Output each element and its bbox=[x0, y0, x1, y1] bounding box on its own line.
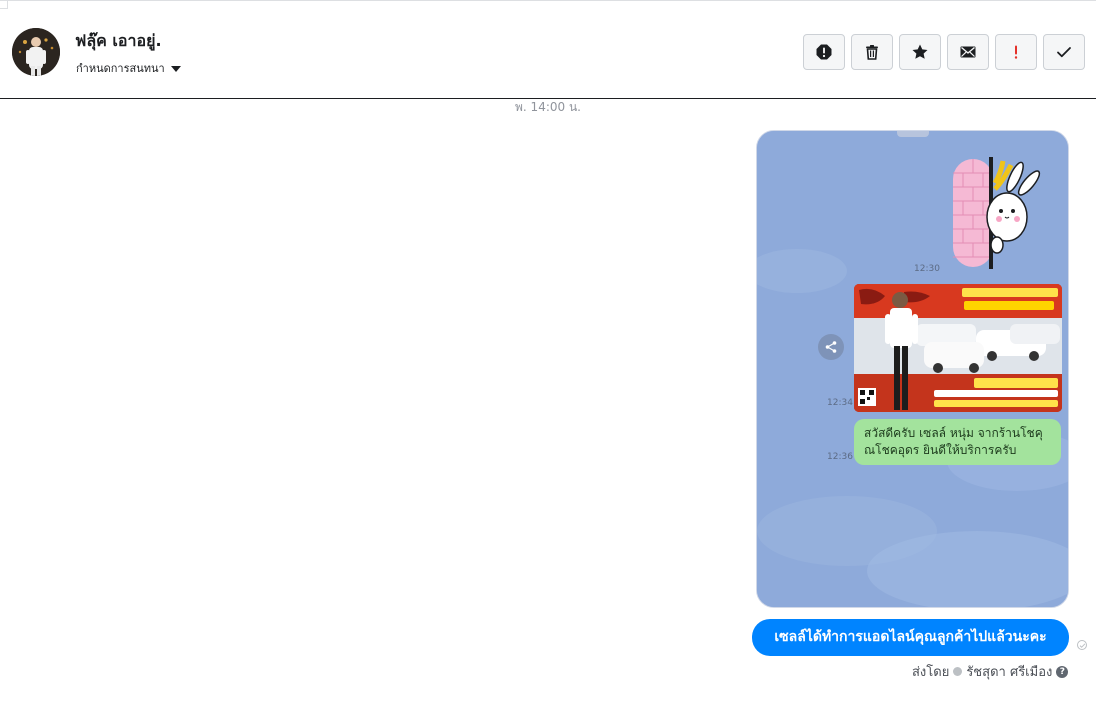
share-icon bbox=[818, 334, 844, 360]
line-time-2: 12:34 bbox=[827, 398, 853, 408]
alert-icon bbox=[816, 44, 832, 60]
sent-check-icon bbox=[1077, 640, 1087, 650]
star-icon bbox=[912, 44, 928, 59]
checkmark-icon bbox=[1057, 47, 1071, 58]
sent-message-bubble[interactable]: เซลล์ได้ทำการแอดไลน์คุณลูกค้าไปแล้วนะคะ bbox=[752, 619, 1069, 656]
sender-avatar-icon bbox=[953, 667, 963, 676]
line-time-1: 12:30 bbox=[914, 264, 940, 274]
messenger-conversation: ฟลุ๊ค เอาอยู่. กำหนดการสนทนา พ. 14:00 น.… bbox=[0, 0, 1096, 712]
mark-done-button[interactable] bbox=[1043, 34, 1085, 70]
conversation-settings-label: กำหนดการสนทนา bbox=[76, 62, 165, 75]
delete-button[interactable] bbox=[851, 34, 893, 70]
toolbar bbox=[803, 34, 1085, 70]
image-top-tab bbox=[897, 131, 929, 137]
exclamation-icon bbox=[1014, 45, 1018, 59]
contact-name[interactable]: ฟลุ๊ค เอาอยู่. bbox=[75, 29, 162, 54]
mark-unread-button[interactable] bbox=[947, 34, 989, 70]
trash-icon bbox=[866, 45, 878, 60]
conversation-settings-dropdown[interactable]: กำหนดการสนทนา bbox=[76, 59, 181, 77]
envelope-icon bbox=[960, 46, 976, 58]
car-dealer-promo-image bbox=[854, 284, 1062, 412]
avatar[interactable] bbox=[12, 28, 60, 76]
attached-image[interactable]: 12:30 12:34 12:36 สวัสดีครับ เซลล์ หนุ่ม… bbox=[756, 130, 1069, 608]
sent-by-line: ส่งโดย รัชสุดา ศรีเมือง ? bbox=[912, 661, 1069, 682]
mark-spam-button[interactable] bbox=[803, 34, 845, 70]
star-button[interactable] bbox=[899, 34, 941, 70]
bunny-sticker-icon bbox=[953, 157, 1041, 269]
line-time-3: 12:36 bbox=[827, 452, 853, 462]
corner-mark bbox=[0, 1, 8, 9]
sender-name[interactable]: รัชสุดา ศรีเมือง bbox=[966, 661, 1052, 682]
help-icon[interactable]: ? bbox=[1056, 665, 1069, 678]
line-message-bubble: สวัสดีครับ เซลล์ หนุ่ม จากร้านโชคุณโชคอุ… bbox=[854, 419, 1061, 465]
sent-by-label: ส่งโดย bbox=[912, 665, 950, 680]
message-timestamp: พ. 14:00 น. bbox=[515, 100, 581, 114]
caret-down-icon bbox=[170, 65, 181, 72]
mark-important-button[interactable] bbox=[995, 34, 1037, 70]
conversation-header: ฟลุ๊ค เอาอยู่. กำหนดการสนทนา bbox=[0, 0, 1096, 99]
